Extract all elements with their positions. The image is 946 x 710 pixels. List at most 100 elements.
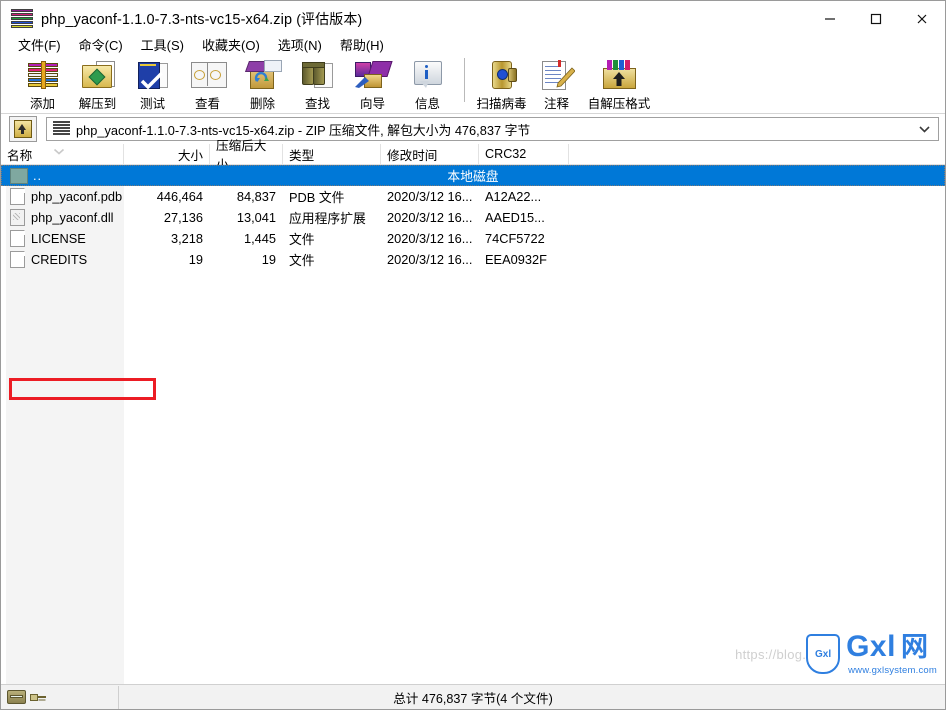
toolbar-button-comment[interactable]: 注释 <box>529 56 584 112</box>
file-size: 3,218 <box>170 231 203 246</box>
column-header-name[interactable]: 名称 <box>1 144 124 164</box>
up-one-level-button[interactable] <box>9 116 37 142</box>
watermark-logo: Gxl Gxl 网 www.gxlsystem.com <box>806 632 937 676</box>
column-header-packed-size[interactable]: 压缩后大小 <box>210 139 283 172</box>
file-name: php_yaconf.pdb <box>31 189 123 204</box>
winrar-app-icon <box>11 8 33 29</box>
toolbar-label-comment: 注释 <box>543 97 569 111</box>
archive-icon <box>53 121 70 137</box>
file-packed-size: 84,837 <box>236 189 276 204</box>
toolbar-button-find[interactable]: 查找 <box>290 56 345 112</box>
menu-item-favorites[interactable]: 收藏夹(O) <box>193 36 269 56</box>
info-icon <box>409 59 447 91</box>
window-controls <box>807 1 945 36</box>
watermark-site: www.gxlsystem.com <box>848 665 937 676</box>
toolbar-button-test[interactable]: 测试 <box>125 56 180 112</box>
maximize-button[interactable] <box>853 1 899 36</box>
toolbar-label-virus-scan: 扫描病毒 <box>476 97 527 111</box>
menu-item-options[interactable]: 选项(N) <box>269 36 331 56</box>
file-name: LICENSE <box>31 231 86 246</box>
window-title-suffix: (评估版本) <box>296 10 363 27</box>
file-icon <box>10 230 25 247</box>
toolbar-button-extract-to[interactable]: 解压到 <box>70 56 125 112</box>
toolbar-button-wizard[interactable]: 向导 <box>345 56 400 112</box>
file-type: 文件 <box>289 232 315 247</box>
view-icon <box>189 59 227 91</box>
file-list[interactable]: .. 本地磁盘 php_yaconf.pdb 446,464 84,837 PD… <box>1 165 945 684</box>
table-row[interactable]: LICENSE 3,218 1,445 文件 2020/3/12 16... 7… <box>1 228 945 249</box>
window-title-file: php_yaconf-1.1.0-7.3-nts-vc15-x64.zip <box>41 11 293 28</box>
shield-label: Gxl <box>815 648 832 660</box>
column-header-row: 名称 大小 压缩后大小 类型 修改时间 CRC32 <box>1 139 945 172</box>
status-bar: 总计 476,837 字节(4 个文件) <box>1 684 945 709</box>
toolbar: 添加 解压到 测试 查看 删除 查找 向导 信息 扫描病毒 注释 自解压格式 <box>1 56 945 114</box>
column-header-size[interactable]: 大小 <box>124 144 210 164</box>
file-packed-size: 13,041 <box>236 210 276 225</box>
extract-to-icon <box>79 59 117 91</box>
watermark-brand-cn: 网 <box>900 632 928 662</box>
file-modified: 2020/3/12 16... <box>387 252 473 267</box>
window-title: php_yaconf-1.1.0-7.3-nts-vc15-x64.zip (评… <box>41 9 362 29</box>
file-name: CREDITS <box>31 252 88 267</box>
toolbar-separator <box>464 58 465 102</box>
toolbar-button-virus-scan[interactable]: 扫描病毒 <box>474 56 529 112</box>
delete-icon <box>244 59 282 91</box>
file-crc32: A12A22... <box>485 189 542 204</box>
table-row[interactable]: php_yaconf.dll 27,136 13,041 应用程序扩展 2020… <box>1 207 945 228</box>
file-packed-size: 19 <box>261 252 276 267</box>
file-modified: 2020/3/12 16... <box>387 189 473 204</box>
up-arrow-icon <box>14 120 32 138</box>
parent-dir-location-label: 本地磁盘 <box>447 169 499 184</box>
table-row[interactable]: CREDITS 19 19 文件 2020/3/12 16... EEA0932… <box>1 249 945 270</box>
menu-item-help[interactable]: 帮助(H) <box>331 36 393 56</box>
test-icon <box>134 59 172 91</box>
archive-path-combobox[interactable]: php_yaconf-1.1.0-7.3-nts-vc15-x64.zip - … <box>46 117 939 141</box>
column-header-crc32[interactable]: CRC32 <box>479 144 569 164</box>
toolbar-label-test: 测试 <box>139 97 165 111</box>
menu-bar: 文件(F) 命令(C) 工具(S) 收藏夹(O) 选项(N) 帮助(H) <box>1 36 945 56</box>
sort-descending-icon <box>53 144 65 158</box>
column-header-type[interactable]: 类型 <box>283 144 381 164</box>
menu-item-commands[interactable]: 命令(C) <box>70 36 132 56</box>
toolbar-button-view[interactable]: 查看 <box>180 56 235 112</box>
file-size: 27,136 <box>163 210 203 225</box>
file-size: 446,464 <box>156 189 203 204</box>
status-total-text: 总计 476,837 字节(4 个文件) <box>393 691 553 706</box>
sfx-icon <box>600 59 638 91</box>
dll-icon <box>10 209 25 226</box>
comment-icon <box>538 59 576 91</box>
minimize-button[interactable] <box>807 1 853 36</box>
toolbar-button-add[interactable]: 添加 <box>15 56 70 112</box>
archive-path-text: php_yaconf-1.1.0-7.3-nts-vc15-x64.zip - … <box>76 122 531 138</box>
file-crc32: AAED15... <box>485 210 545 225</box>
toolbar-button-delete[interactable]: 删除 <box>235 56 290 112</box>
file-packed-size: 1,445 <box>243 231 276 246</box>
file-crc32: 74CF5722 <box>485 231 545 246</box>
column-header-modified[interactable]: 修改时间 <box>381 144 479 164</box>
table-row[interactable]: php_yaconf.pdb 446,464 84,837 PDB 文件 202… <box>1 186 945 207</box>
toolbar-button-sfx[interactable]: 自解压格式 <box>584 56 654 112</box>
virus-scan-icon <box>483 59 521 91</box>
menu-item-file[interactable]: 文件(F) <box>9 36 70 56</box>
menu-item-tools[interactable]: 工具(S) <box>132 36 193 56</box>
archive-add-icon <box>24 59 62 91</box>
find-icon <box>299 59 337 91</box>
path-bar: php_yaconf-1.1.0-7.3-nts-vc15-x64.zip - … <box>1 114 945 144</box>
toolbar-label-wizard: 向导 <box>359 97 385 111</box>
file-name: php_yaconf.dll <box>31 210 114 225</box>
table-row-parent[interactable]: .. 本地磁盘 <box>1 165 945 186</box>
file-modified: 2020/3/12 16... <box>387 231 473 246</box>
toolbar-label-sfx: 自解压格式 <box>587 97 651 111</box>
file-icon <box>10 188 25 205</box>
file-icon <box>10 251 25 268</box>
file-type: 文件 <box>289 253 315 268</box>
file-modified: 2020/3/12 16... <box>387 210 473 225</box>
chevron-down-icon[interactable] <box>919 125 934 133</box>
toolbar-label-info: 信息 <box>414 97 440 111</box>
toolbar-label-delete: 删除 <box>249 97 275 111</box>
file-list-rows: .. 本地磁盘 php_yaconf.pdb 446,464 84,837 PD… <box>1 165 945 270</box>
toolbar-label-extract-to: 解压到 <box>78 97 117 111</box>
watermark-url-text: https://blog.c <box>735 647 813 662</box>
toolbar-button-info[interactable]: 信息 <box>400 56 455 112</box>
close-button[interactable] <box>899 1 945 36</box>
